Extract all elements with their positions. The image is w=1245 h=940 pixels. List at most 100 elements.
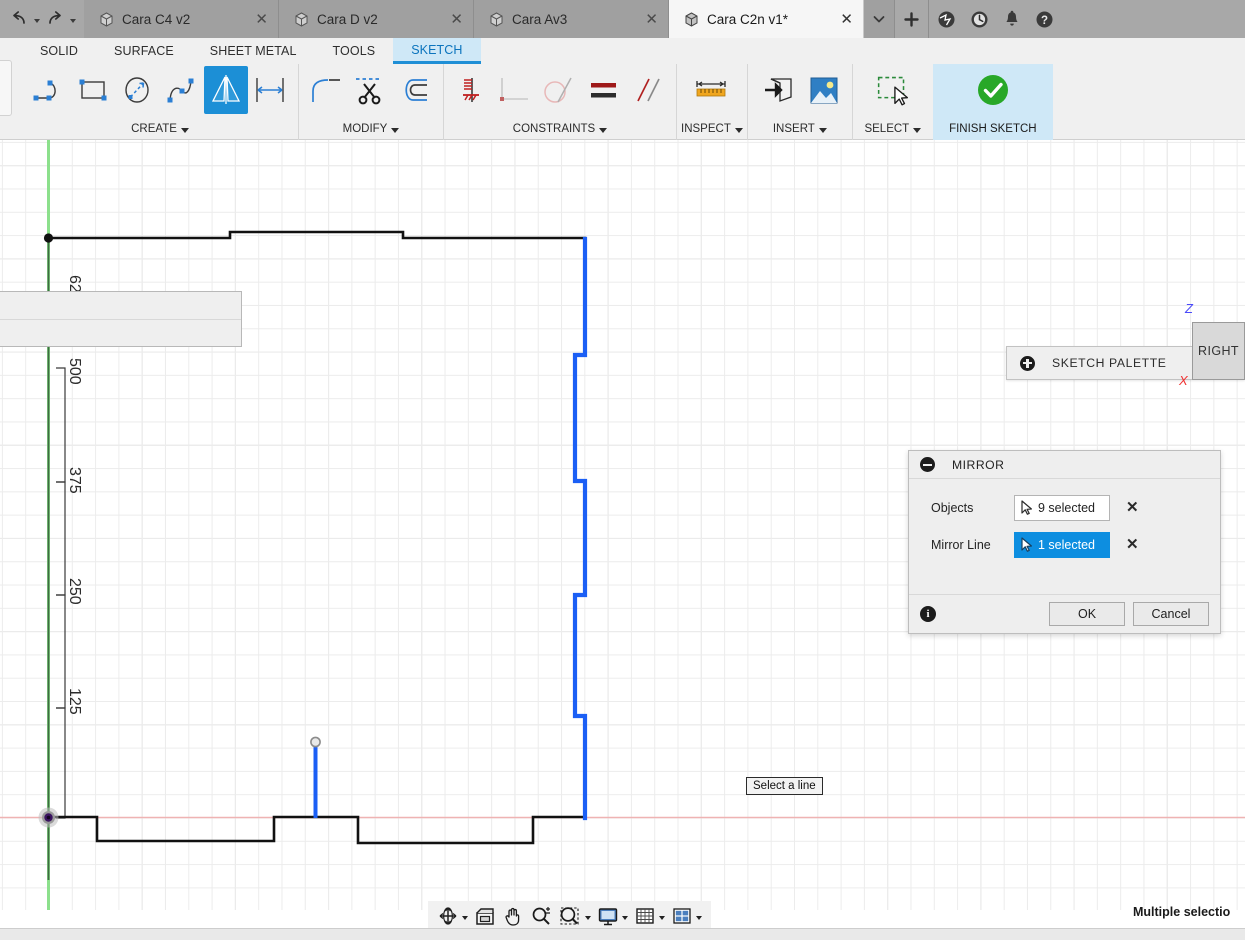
constraint-perpendicular-tool[interactable] (494, 66, 538, 114)
document-tab-3-active[interactable]: Cara C2n v1* ✕ (669, 0, 864, 38)
trim-tool[interactable] (349, 66, 393, 114)
ribbon-panel-select-label[interactable]: SELECT (857, 118, 929, 140)
panel-dropdown-caret[interactable] (599, 127, 608, 133)
ribbon-panel-insert-label[interactable]: INSERT (752, 118, 848, 140)
display-settings-button[interactable] (594, 902, 631, 930)
spline-tool[interactable] (160, 66, 204, 114)
ribbon-tab-sheet-metal[interactable]: SHEET METAL (192, 38, 315, 64)
document-tab-close-icon[interactable]: ✕ (840, 12, 853, 27)
notifications-bell-icon[interactable] (1003, 10, 1021, 29)
rectangle-tool[interactable] (72, 66, 116, 114)
viewport-layout-button[interactable] (668, 902, 705, 930)
sketch-profile-top[interactable] (46, 230, 587, 240)
line-tool[interactable] (28, 66, 72, 114)
ribbon-panel-modify-label[interactable]: MODIFY (303, 118, 439, 140)
document-tab-close-icon[interactable]: ✕ (450, 12, 463, 27)
constraint-tangent-tool[interactable] (538, 66, 582, 114)
mirror-line-selection-box[interactable]: 1 selected (1014, 531, 1110, 558)
mirror-tool[interactable] (204, 66, 248, 114)
document-cube-icon (490, 11, 503, 27)
select-a-line-tooltip: Select a line (746, 777, 823, 795)
new-tab-button[interactable] (895, 0, 929, 38)
panel-dropdown-caret[interactable] (913, 127, 922, 133)
insert-derive-icon (764, 78, 792, 102)
look-at-button[interactable] (471, 902, 499, 930)
document-tab-close-icon[interactable]: ✕ (255, 12, 268, 27)
view-cube[interactable]: RIGHT Z X (1179, 301, 1245, 388)
sketch-selected-chain[interactable] (572, 236, 588, 821)
grid-snaps-button[interactable] (631, 902, 668, 930)
document-cube-icon (685, 11, 698, 27)
ribbon-tab-sketch[interactable]: SKETCH (393, 38, 481, 64)
panel-dropdown-caret[interactable] (180, 127, 189, 133)
document-tab-close-icon[interactable]: ✕ (645, 12, 658, 27)
insert-derive-tool[interactable] (758, 66, 802, 114)
orbit-dropdown-caret[interactable] (462, 915, 468, 920)
recent-history-clock-icon[interactable] (970, 10, 989, 29)
pan-button[interactable] (499, 902, 527, 930)
mirror-ok-button[interactable]: OK (1049, 602, 1125, 626)
offset-tool[interactable] (393, 66, 437, 114)
select-tool[interactable] (871, 66, 915, 114)
fillet-tool[interactable] (305, 66, 349, 114)
tab-overflow-button[interactable] (864, 0, 895, 38)
ribbon-panel-constraints-label[interactable]: CONSTRAINTS (448, 118, 672, 140)
circle-tool[interactable] (116, 66, 160, 114)
ribbon-tab-solid[interactable]: SOLID (22, 38, 96, 64)
zoom-window-dropdown-caret[interactable] (585, 915, 591, 920)
sketch-dimension-icon (256, 78, 284, 102)
viewport-layout-dropdown-caret[interactable] (696, 915, 702, 920)
undo-arrow-icon (13, 11, 25, 24)
mirror-dialog-header[interactable]: MIRROR (909, 451, 1220, 479)
mirror-line-endpoint[interactable] (310, 736, 321, 748)
panel-dropdown-caret[interactable] (734, 127, 743, 133)
ribbon-tab-tools[interactable]: TOOLS (315, 38, 394, 64)
redo-button[interactable] (44, 5, 78, 33)
mirror-row-objects: Objects 9 selected ✕ (909, 489, 1220, 526)
mirror-cancel-button[interactable]: Cancel (1133, 602, 1209, 626)
document-tab-1[interactable]: Cara D v2 ✕ (279, 0, 474, 38)
sketch-origin-point[interactable] (38, 807, 59, 828)
mirror-objects-selection-box[interactable]: 9 selected (1014, 494, 1110, 521)
undo-button[interactable] (8, 5, 42, 33)
measure-tool[interactable] (689, 66, 733, 114)
panel-dropdown-caret[interactable] (818, 127, 827, 133)
ribbon-panel-inspect-label[interactable]: INSPECT (681, 118, 743, 140)
ribbon-panel-create-label[interactable]: CREATE (26, 118, 294, 140)
view-cube-face-right[interactable]: RIGHT (1192, 322, 1245, 380)
mirror-objects-clear-icon[interactable]: ✕ (1126, 500, 1139, 515)
undo-dropdown-caret[interactable] (34, 18, 40, 23)
mirror-line-clear-icon[interactable]: ✕ (1126, 537, 1139, 552)
panel-dropdown-caret[interactable] (391, 127, 400, 133)
finish-sketch-button[interactable] (971, 66, 1015, 114)
mirror-row-mirror-line: Mirror Line 1 selected ✕ (909, 526, 1220, 563)
finish-sketch-panel[interactable]: FINISH SKETCH (932, 64, 1053, 140)
mirror-objects-label: Objects (931, 500, 974, 515)
sketch-profile-bottom[interactable] (46, 815, 587, 845)
browser-panel[interactable] (0, 291, 242, 347)
sketch-dimension-tool[interactable] (248, 66, 292, 114)
constraint-parallel-tool[interactable] (626, 66, 670, 114)
info-circle-icon[interactable]: i (920, 606, 936, 622)
insert-canvas-tool[interactable] (802, 66, 846, 114)
ribbon-tab-surface[interactable]: SURFACE (96, 38, 192, 64)
expand-plus-circle-icon[interactable] (1020, 355, 1035, 371)
zoom-window-button[interactable] (555, 902, 594, 930)
zoom-button[interactable] (527, 902, 555, 930)
document-tab-2[interactable]: Cara Av3 ✕ (474, 0, 669, 38)
sketch-canvas[interactable]: 625 500 375 250 125 SKETCH PALETTE RIGHT… (0, 140, 1245, 910)
job-status-globe-icon[interactable] (937, 10, 956, 29)
sketch-point-top-left[interactable] (43, 233, 54, 243)
redo-dropdown-caret[interactable] (70, 18, 76, 23)
display-settings-dropdown-caret[interactable] (622, 915, 628, 920)
constraint-equal-tool[interactable] (582, 66, 626, 114)
mirror-dialog[interactable]: MIRROR Objects 9 selected ✕ Mirror Line (908, 450, 1221, 634)
orbit-button[interactable] (434, 902, 471, 930)
ribbon-panel-inspect: INSPECT (677, 64, 748, 140)
document-tab-0[interactable]: Cara C4 v2 ✕ (84, 0, 279, 38)
document-cube-icon (295, 11, 308, 27)
collapse-minus-circle-icon[interactable] (920, 457, 935, 472)
constraint-fix-tool[interactable] (450, 66, 494, 114)
grid-snaps-dropdown-caret[interactable] (659, 915, 665, 920)
help-question-icon[interactable]: ? (1035, 10, 1054, 29)
